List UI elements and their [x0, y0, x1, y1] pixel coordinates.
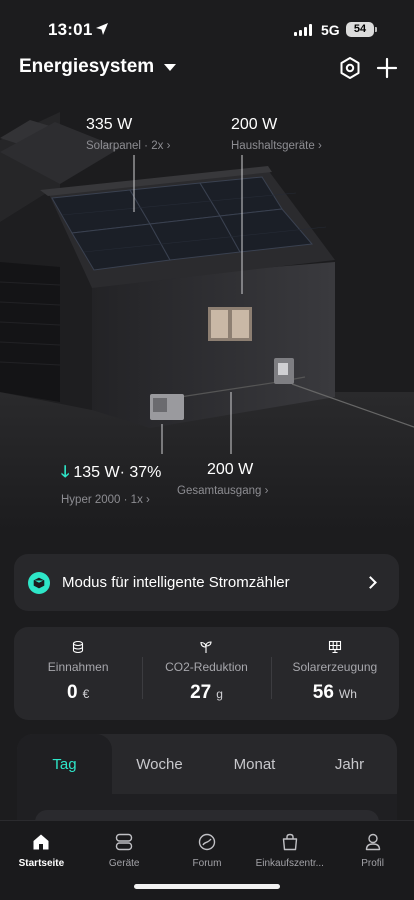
stat-co2: CO2-Reduktion 27 g	[142, 627, 270, 720]
smart-meter-mode-card[interactable]: Modus für intelligente Stromzähler	[14, 554, 399, 611]
forum-icon	[198, 833, 216, 851]
stat-unit: €	[82, 687, 90, 701]
stat-earnings: Einnahmen 0 €	[14, 627, 142, 720]
shopping-bag-icon	[282, 833, 297, 851]
solar-panel-icon	[328, 640, 341, 654]
stat-value: 0	[67, 682, 78, 703]
tab-year[interactable]: Jahr	[302, 734, 397, 794]
solar-value: 335 W	[86, 116, 133, 133]
chevron-right-icon: ›	[146, 494, 150, 506]
energy-scene: 335 W Solarpanel · 2x › 200 W Haushaltsg…	[0, 92, 414, 532]
stats-card: Einnahmen 0 € CO2-Reduktion 27 g Solarer…	[14, 627, 399, 720]
battery-tip	[375, 27, 377, 32]
output-value: 200 W	[207, 461, 254, 478]
cube-icon	[28, 571, 50, 594]
tab-month[interactable]: Monat	[207, 734, 302, 794]
solar-label: Solarpanel · 2x	[86, 140, 164, 152]
nav-profile[interactable]: Profil	[331, 821, 414, 900]
settings-hexagon-icon	[340, 57, 360, 79]
status-time: 13:01	[48, 20, 93, 39]
battery-icon: 54	[346, 22, 374, 37]
nav-label: Geräte	[108, 858, 140, 869]
nav-label: Startseite	[18, 858, 65, 869]
stat-label: Solarerzeugung	[292, 660, 378, 674]
chevron-right-icon: ›	[317, 140, 322, 152]
stat-value: 27	[190, 682, 212, 703]
add-button[interactable]	[373, 54, 401, 82]
stat-label: Einnahmen	[47, 660, 109, 674]
mode-label: Modus für intelligente Stromzähler	[62, 574, 290, 591]
arrow-down-icon: 🡓	[61, 464, 70, 481]
household-label: Haushaltsgeräte	[231, 140, 315, 152]
location-arrow-icon	[96, 23, 108, 35]
tab-day[interactable]: Tag	[17, 734, 112, 794]
caret-down-icon	[164, 63, 177, 71]
household-value: 200 W	[231, 116, 278, 133]
system-selector[interactable]: Energiesystem	[19, 56, 177, 78]
stat-label: CO2-Reduktion	[165, 660, 248, 674]
page-title: Energiesystem	[19, 56, 155, 77]
battery-value: 135 W· 37%	[73, 464, 162, 481]
nav-label: Einkaufszentr...	[255, 858, 324, 869]
stat-solar-generation: Solarerzeugung 56 Wh	[270, 627, 399, 720]
output-label: Gesamtausgang	[177, 485, 262, 497]
signal-icon	[294, 24, 312, 36]
settings-button[interactable]	[336, 54, 364, 82]
nav-label: Forum	[192, 858, 222, 869]
stat-unit: Wh	[338, 687, 357, 701]
household-callout[interactable]: 200 W Haushaltsgeräte ›	[231, 116, 322, 152]
chevron-right-icon: ›	[166, 140, 171, 152]
plus-icon	[376, 57, 398, 79]
profile-icon	[365, 833, 380, 851]
solar-callout[interactable]: 335 W Solarpanel · 2x ›	[86, 116, 170, 152]
battery-label: Hyper 2000 · 1x	[61, 494, 143, 506]
stat-unit: g	[216, 687, 223, 701]
home-icon	[33, 834, 49, 850]
battery-callout[interactable]: 🡓 135 W· 37% Hyper 2000 · 1x ›	[61, 461, 161, 506]
period-tabs: Tag Woche Monat Jahr	[17, 734, 397, 794]
home-indicator	[134, 884, 280, 889]
sprout-icon	[200, 641, 213, 653]
devices-icon	[115, 833, 133, 851]
nav-label: Profil	[361, 858, 384, 869]
network-label: 5G	[321, 22, 340, 38]
chevron-right-icon: ›	[264, 485, 269, 497]
chevron-right-icon	[364, 576, 377, 589]
tab-week[interactable]: Woche	[112, 734, 207, 794]
status-bar: 13:01 5G 54	[0, 0, 414, 58]
coins-icon	[73, 640, 84, 654]
stat-value: 56	[312, 682, 334, 703]
nav-home[interactable]: Startseite	[0, 821, 83, 900]
output-callout[interactable]: 200 W Gesamtausgang ›	[177, 461, 268, 497]
